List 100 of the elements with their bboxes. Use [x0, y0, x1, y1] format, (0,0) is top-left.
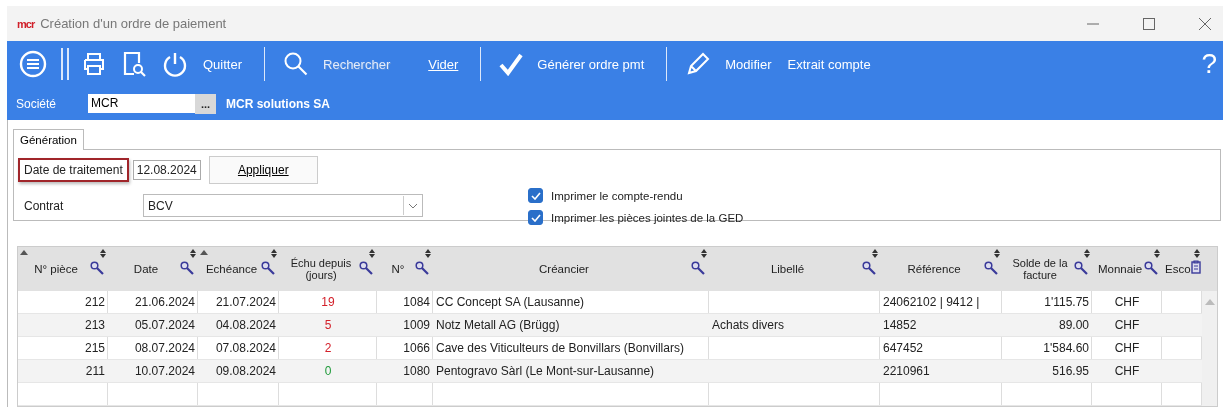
- table-cell-text: 212: [83, 294, 106, 311]
- help-button[interactable]: ?: [1195, 48, 1223, 80]
- table-cell-text: 07.08.2024: [214, 340, 277, 357]
- column-header[interactable]: Esco: [1162, 247, 1202, 291]
- toolbar-divider: [61, 48, 69, 80]
- sort-icon[interactable]: [425, 249, 431, 258]
- checkbox[interactable]: [528, 210, 543, 225]
- table-cell-text: 5: [323, 317, 333, 334]
- sort-icon[interactable]: [271, 249, 277, 258]
- pencil-icon[interactable]: [685, 51, 712, 77]
- search-icon[interactable]: [1074, 261, 1088, 275]
- table-cell-text: Pentogravo Sàrl (Le Mont-sur-Lausanne): [435, 363, 656, 380]
- table-cell-text: 516.95: [1051, 363, 1090, 380]
- sort-icon[interactable]: [994, 249, 1000, 258]
- table-cell-text: 211: [84, 363, 106, 380]
- table-cell-text: 647452: [882, 340, 925, 357]
- search-icon[interactable]: [90, 261, 104, 275]
- column-header[interactable]: Libellé: [709, 247, 880, 291]
- table-cell-text: 05.07.2024: [133, 317, 196, 334]
- column-header[interactable]: N°: [377, 247, 433, 291]
- table-cell-text: 89.00: [1057, 317, 1090, 334]
- date-field[interactable]: 12.08.2024: [132, 160, 201, 180]
- search-icon[interactable]: [283, 51, 309, 77]
- search-icon[interactable]: [261, 261, 275, 275]
- table-cell-text: CC Concept SA (Lausanne): [435, 294, 586, 311]
- column-header[interactable]: Monnaie: [1092, 247, 1162, 291]
- print-preview-icon[interactable]: [121, 50, 147, 78]
- search-icon[interactable]: [1144, 261, 1158, 275]
- checkbox-label: Imprimer les pièces jointes de la GED: [551, 211, 744, 224]
- table-cell-text: 21.06.2024: [133, 294, 196, 311]
- checkmark-icon[interactable]: [499, 52, 524, 76]
- column-header[interactable]: Échu depuis (jours): [279, 247, 377, 291]
- account-statement-button[interactable]: Extrait compte: [781, 54, 881, 74]
- table-cell-text: 24062102 | 9412 |: [882, 294, 981, 311]
- column-header[interactable]: N° pièce: [18, 247, 108, 291]
- printer-icon[interactable]: [81, 51, 107, 77]
- sort-ascending-icon: [20, 250, 28, 255]
- column-header[interactable]: Date: [108, 247, 198, 291]
- table-cell-text: 08.07.2024: [133, 340, 196, 357]
- checkbox-label: Imprimer le compte-rendu: [551, 189, 683, 202]
- column-header[interactable]: Echéance: [198, 247, 279, 291]
- sort-ascending-icon: [200, 250, 208, 255]
- table-cell-text: 09.08.2024: [214, 363, 277, 380]
- table-cell-text: 215: [83, 340, 106, 357]
- table-cell-text: 2: [323, 340, 333, 357]
- apply-button[interactable]: Appliquer: [208, 156, 318, 184]
- checkbox[interactable]: [528, 188, 543, 203]
- clipboard-icon[interactable]: [1191, 260, 1201, 274]
- generate-button[interactable]: Générer ordre pmt: [531, 54, 655, 74]
- company-field[interactable]: MCR: [88, 94, 195, 113]
- column-header[interactable]: Référence: [880, 247, 1002, 291]
- table-cell-text: 1066: [402, 340, 431, 357]
- contract-dropdown[interactable]: BCV: [143, 194, 423, 217]
- maximize-icon[interactable]: [1143, 17, 1155, 30]
- company-label: Société: [16, 96, 58, 111]
- table-cell-text: Notz Metall AG (Brügg): [435, 317, 561, 334]
- table-cell-text: 1080: [402, 363, 431, 380]
- table-cell-text: 10.07.2024: [133, 363, 196, 380]
- column-header[interactable]: Créancier: [433, 247, 709, 291]
- date-label: Date de traitement: [18, 158, 129, 182]
- table-cell-text: 04.08.2024: [214, 317, 277, 334]
- menu-icon[interactable]: [19, 50, 47, 78]
- search-icon[interactable]: [691, 261, 705, 275]
- sort-icon[interactable]: [190, 249, 196, 258]
- contract-label: Contrat: [23, 198, 65, 213]
- edit-button[interactable]: Modifier: [719, 54, 782, 74]
- sort-icon[interactable]: [369, 249, 375, 258]
- sort-icon[interactable]: [1154, 249, 1160, 258]
- sort-icon[interactable]: [1194, 249, 1200, 258]
- table-cell-text: CHF: [1113, 317, 1141, 334]
- window-title: Création d'un ordre de paiement: [40, 16, 227, 31]
- search-icon[interactable]: [984, 261, 998, 275]
- browse-button[interactable]: ...: [195, 93, 216, 114]
- sort-icon[interactable]: [1084, 249, 1090, 258]
- app-logo: mcr: [17, 17, 35, 30]
- table-cell-text: CHF: [1113, 294, 1141, 311]
- table-cell-text: 21.07.2024: [214, 294, 277, 311]
- table-cell-text: CHF: [1113, 363, 1141, 380]
- sort-icon[interactable]: [100, 249, 106, 258]
- sort-icon[interactable]: [701, 249, 707, 258]
- company-name: MCR solutions SA: [226, 96, 330, 111]
- table-cell-text: CHF: [1113, 340, 1141, 357]
- close-icon[interactable]: [1199, 17, 1211, 30]
- tab[interactable]: Génération: [13, 129, 84, 150]
- power-icon[interactable]: [161, 50, 189, 78]
- clear-button[interactable]: Vider: [422, 54, 469, 74]
- table-cell-text: Cave des Viticulteurs de Bonvillars (Bonvillars): [435, 340, 685, 357]
- table-cell-text: 1'115.75: [1043, 294, 1090, 311]
- table-cell-text: 0: [323, 363, 333, 380]
- search-icon[interactable]: [359, 261, 373, 275]
- table-cell-text: 2210961: [882, 363, 931, 380]
- search-icon[interactable]: [862, 261, 876, 275]
- search-icon[interactable]: [180, 261, 194, 275]
- sort-icon[interactable]: [872, 249, 878, 258]
- table-cell-text: 1009: [402, 317, 431, 334]
- quit-button[interactable]: Quitter: [197, 54, 252, 74]
- column-header[interactable]: Solde de la facture: [1002, 247, 1092, 291]
- table-cell-text: 14852: [882, 317, 918, 334]
- search-icon[interactable]: [415, 261, 429, 275]
- table-cell-text: 1084: [402, 294, 431, 311]
